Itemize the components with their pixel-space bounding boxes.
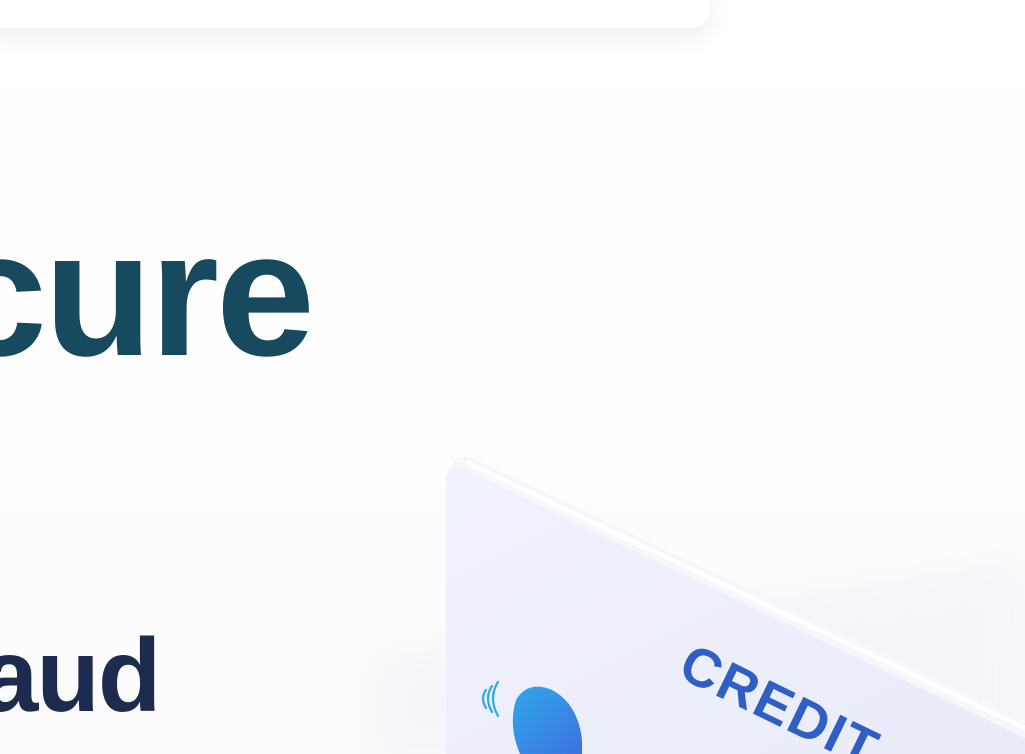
- hero-subheadline: raud: [0, 618, 161, 734]
- top-navigation-bar: [0, 0, 710, 28]
- page: cure raud: [0, 0, 1025, 754]
- contactless-icon: [481, 680, 500, 718]
- credit-card: [446, 456, 1025, 754]
- card-chip-icon: [512, 686, 582, 754]
- hero-headline: cure: [0, 194, 315, 393]
- card-label: CREDIT: [671, 633, 889, 754]
